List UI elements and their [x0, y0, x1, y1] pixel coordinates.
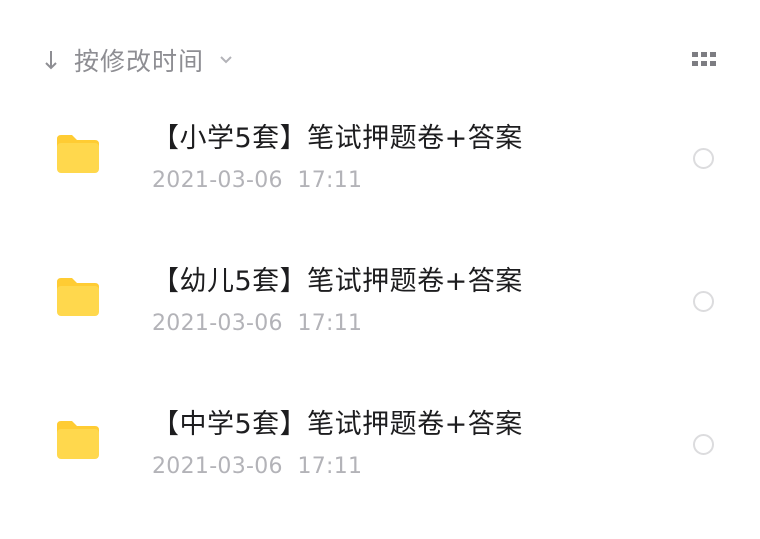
file-list-item[interactable]: 【小学5套】笔试押题卷+答案 2021-03-06 17:11	[0, 100, 760, 220]
select-radio[interactable]	[693, 434, 714, 455]
select-radio[interactable]	[693, 148, 714, 169]
file-list-item[interactable]: 【中学5套】笔试押题卷+答案 2021-03-06 17:11	[0, 386, 760, 506]
chevron-down-icon	[218, 52, 234, 68]
grid-view-icon	[692, 52, 716, 66]
folder-icon	[57, 135, 99, 173]
file-name: 【幼儿5套】笔试押题卷+答案	[152, 266, 523, 297]
folder-icon	[57, 421, 99, 459]
file-list-page: 按修改时间 【小学5套】笔试押题卷+答案 2021-03-06 17:11 【幼…	[0, 0, 760, 539]
file-list-item[interactable]: 【幼儿5套】笔试押题卷+答案 2021-03-06 17:11	[0, 243, 760, 363]
file-name: 【中学5套】笔试押题卷+答案	[152, 409, 523, 440]
sort-control[interactable]: 按修改时间	[42, 40, 234, 80]
select-radio[interactable]	[693, 291, 714, 312]
file-modified-date: 2021-03-06 17:11	[152, 168, 363, 193]
sort-label: 按修改时间	[74, 47, 205, 76]
arrow-down-icon	[42, 48, 60, 72]
file-modified-date: 2021-03-06 17:11	[152, 454, 363, 479]
grid-view-button[interactable]	[690, 49, 720, 71]
file-modified-date: 2021-03-06 17:11	[152, 311, 363, 336]
folder-icon	[57, 278, 99, 316]
file-name: 【小学5套】笔试押题卷+答案	[152, 123, 523, 154]
